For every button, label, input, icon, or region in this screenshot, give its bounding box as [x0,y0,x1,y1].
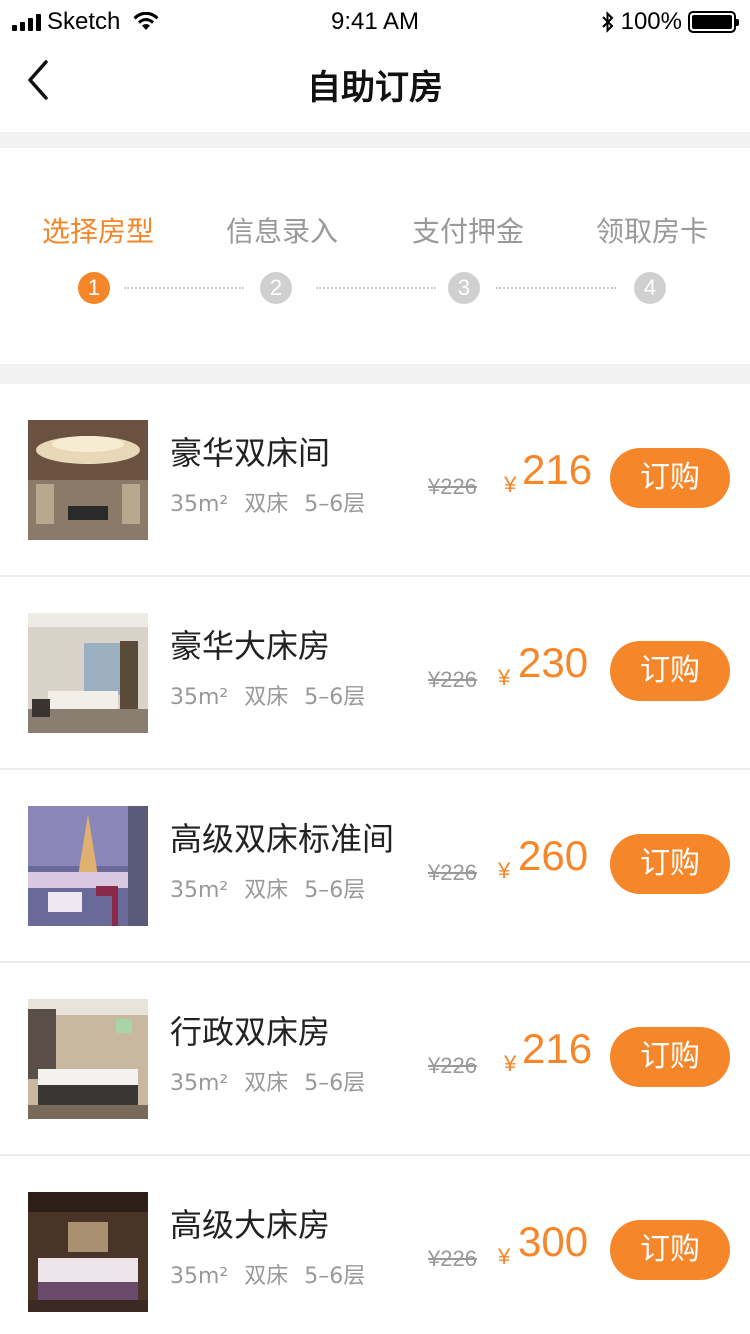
room-area: 35m² [170,1264,229,1289]
status-right: 100% [601,8,739,36]
order-button[interactable]: 订购 [610,1220,730,1280]
room-list-item: 高级双床标准间 35m² 双床 5–6层 ¥226 ¥ 260 订购 [0,770,750,963]
original-price: ¥226 [428,474,477,499]
order-button[interactable]: 订购 [610,1027,730,1087]
original-price: ¥226 [428,860,477,885]
room-name: 高级大床房 [170,1206,331,1244]
room-photo-balcony [28,806,148,926]
room-bed-type: 双床 [244,685,289,710]
order-button[interactable]: 订购 [610,834,730,894]
room-name: 豪华双床间 [170,434,331,472]
room-floor: 5–6层 [304,685,366,710]
step-number-3: 3 [448,272,480,304]
step-connector [496,287,616,289]
room-bed-type: 双床 [244,1264,289,1289]
battery-icon [688,11,739,33]
currency-symbol: ¥ [504,472,517,497]
room-area: 35m² [170,685,229,710]
section-divider [0,132,750,148]
step-number-2: 2 [260,272,292,304]
current-price: 260 [518,832,589,879]
room-list-item: 高级大床房 35m² 双床 5–6层 ¥226 ¥ 300 订购 [0,1156,750,1334]
step-connector [316,287,436,289]
room-details: 35m² 双床 5–6层 [170,872,381,904]
page-title: 自助订房 [307,68,443,108]
room-list-item: 豪华双床间 35m² 双床 5–6层 ¥226 ¥ 216 订购 [0,384,750,577]
step-number-1: 1 [78,272,110,304]
currency-symbol: ¥ [498,1244,511,1269]
room-area: 35m² [170,492,229,517]
room-name: 豪华大床房 [170,627,331,665]
room-floor: 5–6层 [304,492,366,517]
room-bed-type: 双床 [244,492,289,517]
step-label-select-room: 选择房型 [41,215,154,248]
room-list-item: 豪华大床房 35m² 双床 5–6层 ¥226 ¥ 230 订购 [0,577,750,770]
current-price: 216 [522,1025,593,1072]
room-photo-superior-king [28,1192,148,1312]
room-floor: 5–6层 [304,1264,366,1289]
original-price: ¥226 [428,1246,477,1271]
section-divider [0,364,750,384]
currency-symbol: ¥ [498,665,511,690]
room-name: 行政双床房 [170,1013,331,1051]
battery-percent: 100% [620,8,682,35]
room-floor: 5–6层 [304,878,366,903]
room-bed-type: 双床 [244,1071,289,1096]
step-label-pay-deposit: 支付押金 [411,215,524,248]
room-area: 35m² [170,878,229,903]
bluetooth-icon [601,11,614,33]
order-button[interactable]: 订购 [610,641,730,701]
current-price: 230 [518,639,589,686]
current-price: 300 [518,1218,589,1265]
room-list-item: 行政双床房 35m² 双床 5–6层 ¥226 ¥ 216 订购 [0,963,750,1156]
currency-symbol: ¥ [498,858,511,883]
room-details: 35m² 双床 5–6层 [170,1065,381,1097]
currency-symbol: ¥ [504,1051,517,1076]
original-price: ¥226 [428,667,477,692]
room-details: 35m² 双床 5–6层 [170,679,381,711]
step-label-get-card: 领取房卡 [595,215,708,248]
room-photo-king [28,613,148,733]
order-button[interactable]: 订购 [610,448,730,508]
room-bed-type: 双床 [244,878,289,903]
nav-bar: 自助订房 [0,44,750,132]
booking-steps: 选择房型 信息录入 支付押金 领取房卡 1 2 3 4 [0,148,750,364]
step-label-info-entry: 信息录入 [225,215,338,248]
room-floor: 5–6层 [304,1071,366,1096]
room-details: 35m² 双床 5–6层 [170,1258,381,1290]
room-photo-lobby [28,420,148,540]
status-bar: Sketch 9:41 AM 100% [0,0,750,44]
room-name: 高级双床标准间 [170,820,395,858]
room-area: 35m² [170,1071,229,1096]
room-details: 35m² 双床 5–6层 [170,486,381,518]
original-price: ¥226 [428,1053,477,1078]
step-number-4: 4 [634,272,666,304]
room-photo-executive [28,999,148,1119]
current-price: 216 [522,446,593,493]
step-connector [124,287,244,289]
